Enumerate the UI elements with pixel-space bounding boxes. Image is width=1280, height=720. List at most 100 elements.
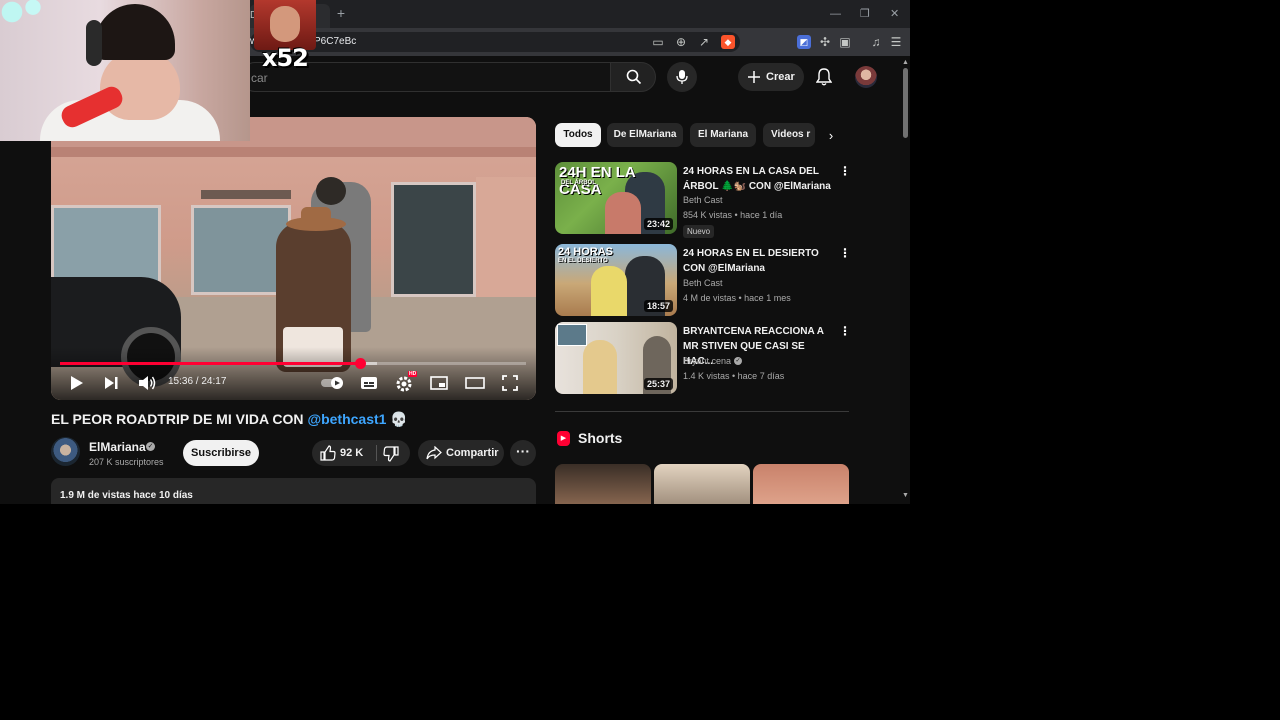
menu-icon[interactable]: ☰ — [889, 35, 903, 49]
scroll-down-arrow-icon[interactable]: ▼ — [902, 492, 909, 499]
recommended-video[interactable]: 25:37 BRYANTCENA REACCIONA A MR STIVEN Q… — [555, 322, 851, 396]
chip-todos[interactable]: Todos — [555, 123, 601, 147]
chip-el-mariana[interactable]: El Mariana — [690, 123, 756, 147]
close-window-icon[interactable]: ✕ — [890, 7, 899, 21]
scroll-thumb[interactable] — [903, 68, 908, 138]
scroll-up-arrow-icon[interactable]: ▲ — [902, 59, 909, 66]
miniplayer-icon[interactable] — [429, 373, 449, 393]
thumb-person-woman — [583, 340, 617, 394]
channel-avatar[interactable] — [51, 437, 80, 466]
store-sign — [201, 190, 291, 199]
emote-face — [270, 6, 300, 42]
short-thumbnail[interactable] — [753, 464, 849, 504]
thumb-facecam — [557, 324, 587, 346]
music-icon[interactable]: ♫ — [869, 35, 883, 49]
extension-icon[interactable]: ◩ — [797, 35, 811, 49]
rec-channel-name[interactable]: Beth Cast — [683, 278, 723, 288]
streamer-webcam — [0, 0, 250, 141]
short-thumbnail[interactable] — [654, 464, 750, 504]
chip-videos-relacionados[interactable]: Videos r — [763, 123, 815, 147]
kebab-menu-icon[interactable]: ⋮ — [839, 164, 851, 178]
progress-bar[interactable] — [60, 358, 526, 369]
new-badge: Nuevo — [683, 225, 715, 238]
search-icon — [626, 69, 642, 85]
video-thumbnail[interactable]: 25:37 — [555, 322, 677, 394]
page-scrollbar[interactable]: ▲ ▼ — [900, 56, 910, 504]
subscribe-button[interactable]: Suscribirse — [183, 440, 259, 466]
share-label: Compartir — [446, 447, 499, 459]
hat-crown — [301, 207, 331, 223]
voice-search-button[interactable] — [667, 62, 697, 92]
rec-video-title[interactable]: 24 HORAS EN LA CASA DEL ÁRBOL 🌲🐿️ CON @E… — [683, 164, 831, 194]
search-placeholder: car — [251, 71, 268, 85]
cast-icon[interactable]: ▭ — [651, 35, 665, 49]
account-avatar[interactable] — [855, 66, 877, 88]
microphone-icon — [676, 70, 688, 84]
share-page-icon[interactable]: ↗ — [697, 35, 711, 49]
volume-icon[interactable] — [137, 373, 157, 393]
view-count-date: 1.9 M de vistas hace 10 días — [60, 490, 193, 501]
rec-channel-name[interactable]: Beth Cast — [683, 195, 723, 205]
building-eave — [51, 147, 536, 157]
notifications-button[interactable] — [812, 63, 836, 91]
rec-video-title[interactable]: 24 HORAS EN EL DESIERTO CON @ElMariana — [683, 246, 831, 276]
video-frame — [51, 117, 536, 400]
brave-shield-icon[interactable]: ◆ — [721, 35, 735, 49]
hexagon-lights — [0, 0, 60, 40]
video-player[interactable]: 15:36 / 24:17 HD — [51, 117, 536, 400]
skull-emoji: 💀 — [390, 411, 408, 427]
more-dots-icon: ··· — [516, 443, 530, 459]
fullscreen-icon[interactable] — [500, 373, 520, 393]
like-count[interactable]: 92 K — [340, 447, 363, 459]
headphones — [86, 20, 102, 66]
create-button[interactable]: Crear — [738, 63, 804, 91]
search-button[interactable] — [610, 62, 656, 92]
browser-window: De + — ❐ ✕ wa P6C7eBc ▭ ⊕ ↗ ◆ ◩ ✣ ▣ ♫ ☰ … — [0, 0, 910, 504]
short-thumbnail[interactable] — [555, 464, 651, 504]
sidebar-icon[interactable]: ▣ — [838, 35, 852, 49]
title-mention-link[interactable]: @bethcast1 — [307, 411, 386, 427]
share-arrow-icon — [426, 446, 442, 460]
subscriber-count: 207 K suscriptores — [89, 457, 164, 467]
thumb-person-woman — [605, 192, 641, 234]
thumbs-down-icon[interactable] — [383, 446, 399, 462]
verified-check-icon: ✓ — [734, 357, 742, 365]
autoplay-toggle-icon[interactable] — [319, 373, 347, 393]
recommended-video[interactable]: 24 HORAS EN EL DESIERTO 18:57 24 HORAS E… — [555, 244, 851, 318]
puzzle-icon[interactable]: ✣ — [818, 35, 832, 49]
zoom-icon[interactable]: ⊕ — [674, 35, 688, 49]
theater-mode-icon[interactable] — [464, 373, 486, 393]
progress-played — [60, 362, 360, 365]
kebab-menu-icon[interactable]: ⋮ — [839, 246, 851, 260]
kebab-menu-icon[interactable]: ⋮ — [839, 324, 851, 338]
recommended-video[interactable]: 24H EN LA CASA DEL ÁRBOL 23:42 24 HORAS … — [555, 162, 851, 238]
more-actions-button[interactable]: ··· — [510, 440, 536, 466]
url-text: P6C7eBc — [314, 36, 357, 47]
minimize-icon[interactable]: — — [830, 7, 841, 21]
player-controls: 15:36 / 24:17 HD — [51, 367, 536, 400]
plus-icon — [748, 71, 760, 83]
hd-badge: HD — [408, 371, 418, 377]
rec-channel-name[interactable]: Bryant cena — [683, 356, 731, 366]
channel-name[interactable]: ElMariana — [89, 440, 146, 454]
verified-check-icon: ✓ — [146, 442, 155, 451]
subtitles-icon[interactable] — [359, 373, 379, 393]
video-thumbnail[interactable]: 24H EN LA CASA DEL ÁRBOL 23:42 — [555, 162, 677, 234]
thumb-subtitle-text: DEL ÁRBOL — [561, 180, 596, 186]
bell-icon — [816, 68, 832, 86]
play-icon[interactable] — [69, 373, 85, 393]
thumbs-up-icon[interactable] — [320, 445, 336, 461]
address-bar[interactable]: wa P6C7eBc — [250, 32, 740, 52]
streamer-hair — [95, 4, 175, 60]
maximize-icon[interactable]: ❐ — [860, 7, 870, 21]
share-button[interactable]: Compartir — [418, 440, 504, 466]
like-dislike-group: 92 K — [312, 440, 410, 466]
create-label: Crear — [766, 71, 795, 83]
chevron-right-icon[interactable]: › — [822, 127, 840, 145]
time-display: 15:36 / 24:17 — [168, 376, 227, 387]
video-thumbnail[interactable]: 24 HORAS EN EL DESIERTO 18:57 — [555, 244, 677, 316]
description-box[interactable]: 1.9 M de vistas hace 10 días — [51, 478, 536, 504]
new-tab-button[interactable]: + — [334, 6, 348, 20]
chip-de-elmariana[interactable]: De ElMariana — [607, 123, 683, 147]
next-video-icon[interactable] — [103, 373, 121, 393]
